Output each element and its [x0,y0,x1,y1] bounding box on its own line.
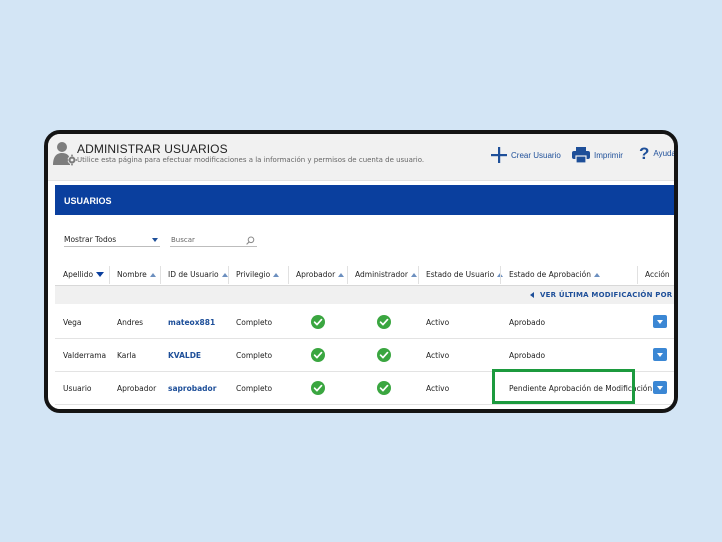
check-icon [377,348,391,362]
section-header: USUARIOS [55,185,674,215]
column-divider [288,266,289,284]
column-divider [160,266,161,284]
page-header: ADMINISTRAR USUARIOS Utilice esta página… [48,134,674,181]
help-button[interactable]: ? Ayuda [639,144,676,163]
column-divider [418,266,419,284]
create-user-button[interactable]: Crear Usuario [491,147,561,163]
column-divider [637,266,638,284]
sort-asc-icon [338,272,345,277]
cell-nombre: Aprobador [117,384,157,393]
cell-apellido: Vega [63,318,82,327]
create-user-label: Crear Usuario [511,150,561,160]
filter-selected-value: Mostrar Todos [64,235,117,244]
sort-desc-icon [96,272,105,277]
question-icon: ? [639,144,650,163]
cell-privilegio: Completo [236,318,273,327]
column-header-privilegio[interactable]: Privilegio [236,270,280,279]
search-icon[interactable] [246,236,255,245]
check-icon [311,315,325,329]
check-icon [311,381,325,395]
column-header-aprobador[interactable]: Aprobador [296,270,345,279]
modification-row: VER ÚLTIMA MODIFICACIÓN POR [55,286,674,304]
cell-estado-aprobacion: Aprobado [509,318,546,327]
column-divider [109,266,110,284]
print-button[interactable]: Imprimir [572,147,623,163]
sort-asc-icon [273,272,280,277]
cell-user-id-link[interactable]: saprobador [168,384,216,393]
table-row: Valderrama Karla KVALDE Completo Activo … [55,339,674,372]
cell-privilegio: Completo [236,384,273,393]
show-filter-dropdown[interactable]: Mostrar Todos [64,235,160,247]
column-header-estado-aprobacion[interactable]: Estado de Aprobación [509,270,600,279]
cell-estado-usuario: Activo [426,351,450,360]
column-header-nombre[interactable]: Nombre [117,270,156,279]
chevron-down-icon [657,352,663,357]
row-action-button[interactable] [653,315,667,328]
column-header-estado-usuario[interactable]: Estado de Usuario [426,270,504,279]
chevron-down-icon [657,319,663,324]
plus-icon [491,147,507,163]
page-title: ADMINISTRAR USUARIOS [77,142,228,156]
table-row: Vega Andres mateox881 Completo Activo Ap… [55,306,674,339]
user-gear-icon [53,142,77,166]
caret-left-icon [530,292,534,298]
print-label: Imprimir [594,150,623,160]
cell-estado-aprobacion: Pendiente Aprobación de Modificación [509,384,653,393]
column-divider [500,266,501,284]
chevron-down-icon [152,238,158,242]
cell-user-id-link[interactable]: mateox881 [168,318,215,327]
column-header-accion: Acción [645,270,670,279]
cell-estado-usuario: Activo [426,318,450,327]
table-row: Usuario Aprobador saprobador Completo Ac… [55,372,674,405]
check-icon [377,381,391,395]
column-divider [347,266,348,284]
check-icon [377,315,391,329]
page-subtitle: Utilice esta página para efectuar modifi… [77,156,425,164]
section-title: USUARIOS [64,196,112,206]
column-header-administrador[interactable]: Administrador [355,270,417,279]
sort-asc-icon [221,272,228,277]
cell-estado-aprobacion: Aprobado [509,351,546,360]
cell-apellido: Valderrama [63,351,107,360]
view-last-modification-link[interactable]: VER ÚLTIMA MODIFICACIÓN POR [530,291,672,299]
cell-nombre: Karla [117,351,137,360]
app-window: ADMINISTRAR USUARIOS Utilice esta página… [44,130,678,413]
cell-apellido: Usuario [63,384,92,393]
column-header-apellido[interactable]: Apellido [63,270,105,279]
sort-asc-icon [410,272,417,277]
search-input[interactable] [170,235,257,247]
chevron-down-icon [657,385,663,390]
printer-icon [572,147,590,163]
row-action-button[interactable] [653,381,667,394]
row-action-button[interactable] [653,348,667,361]
sort-asc-icon [593,272,600,277]
users-panel: Mostrar Todos Apellido Nombre ID de Usua… [55,215,674,409]
help-label: Ayuda [653,149,676,158]
cell-privilegio: Completo [236,351,273,360]
column-divider [228,266,229,284]
cell-nombre: Andres [117,318,144,327]
cell-user-id-link[interactable]: KVALDE [168,351,201,360]
sort-asc-icon [149,272,156,277]
check-icon [311,348,325,362]
cell-estado-usuario: Activo [426,384,450,393]
column-header-id-usuario[interactable]: ID de Usuario [168,270,228,279]
